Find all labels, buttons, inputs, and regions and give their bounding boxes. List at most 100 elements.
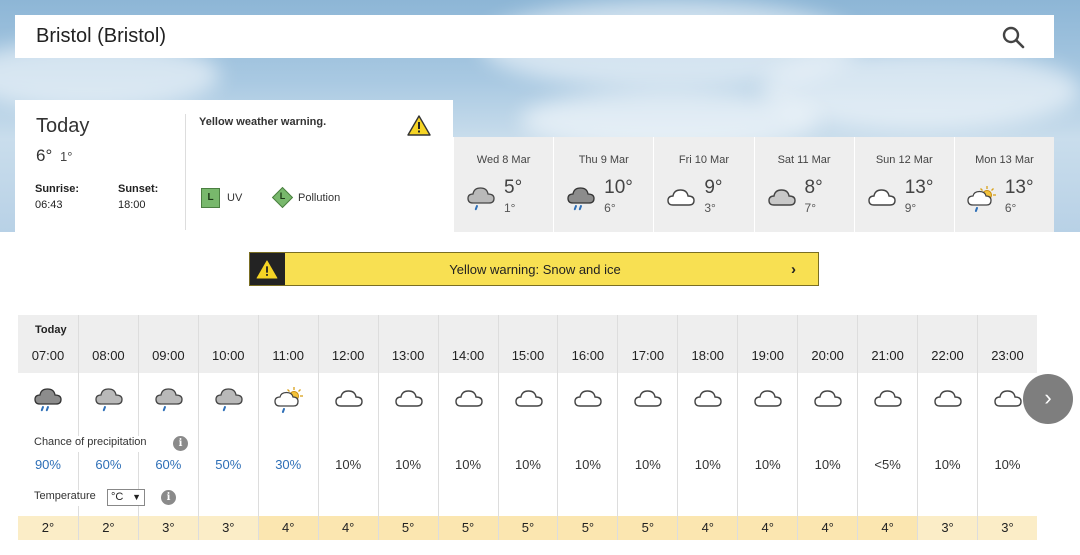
location-search-bar[interactable]: Bristol (Bristol) bbox=[15, 15, 1054, 58]
search-icon[interactable] bbox=[1000, 24, 1026, 50]
precipitation-label-text: Chance of precipitation bbox=[34, 436, 147, 448]
hour-column: 22:00 10% 3° bbox=[917, 315, 977, 540]
temperature-row-label: Temperature bbox=[30, 490, 102, 506]
day-name: Fri 10 Mar bbox=[678, 154, 729, 166]
hour-column: 11:00 30% 4° bbox=[257, 315, 318, 540]
hour-column: 16:00 10% 5° bbox=[557, 315, 618, 540]
day-low-temp: 9° bbox=[904, 201, 917, 215]
hour-precipitation: 90% bbox=[34, 457, 61, 472]
hour-precipitation: 50% bbox=[215, 457, 242, 472]
precipitation-row-label: Chance of precipitation bbox=[30, 436, 170, 452]
hour-column: 10:00 50% 3° bbox=[197, 315, 258, 540]
temperature-unit-value: °C bbox=[111, 491, 124, 503]
hourly-forecast-table: 07:00 90% 2° 08:00 60% 2° 09:00 60% 3° 10:00 50% 3°… bbox=[18, 315, 1037, 540]
hour-temperature: 4° bbox=[738, 516, 798, 540]
day-tab[interactable]: Mon 13 Mar 13° 6° bbox=[953, 137, 1055, 232]
sunrise-label: Sunrise: bbox=[35, 183, 80, 195]
day-name: Sun 12 Mar bbox=[875, 154, 933, 166]
hour-temperature: 5° bbox=[498, 516, 558, 540]
day-tab[interactable]: Fri 10 Mar 9° 3° bbox=[653, 137, 754, 232]
hour-column: 19:00 10% 4° bbox=[737, 315, 798, 540]
hour-temperature: 2° bbox=[78, 516, 138, 540]
hour-time: 22:00 bbox=[931, 348, 964, 363]
cloud-icon bbox=[813, 386, 843, 414]
hour-time: 10:00 bbox=[212, 348, 245, 363]
hour-time: 07:00 bbox=[31, 348, 65, 363]
cloud-icon bbox=[693, 386, 723, 414]
today-high-temp: 6° bbox=[36, 146, 53, 165]
next-hours-button[interactable]: › bbox=[1023, 374, 1073, 424]
temperature-unit-select[interactable]: °C ▼ bbox=[107, 489, 145, 506]
cloud-icon bbox=[514, 386, 544, 414]
hour-time: 23:00 bbox=[991, 348, 1024, 363]
hour-temperature: 5° bbox=[558, 516, 618, 540]
weather-warning-text[interactable]: Yellow weather warning. bbox=[199, 116, 326, 128]
hour-temperature: 4° bbox=[318, 516, 378, 540]
hour-time: 21:00 bbox=[871, 348, 904, 363]
hourly-columns: 07:00 90% 2° 08:00 60% 2° 09:00 60% 3° 10:00 50% 3°… bbox=[18, 315, 1037, 540]
today-summary-card[interactable]: Today 6° 1° Sunrise: 06:43 Sunset: 18:00… bbox=[15, 100, 453, 232]
day-low-temp: 6° bbox=[1004, 201, 1017, 215]
hour-precipitation: 10% bbox=[754, 457, 781, 472]
hour-temperature: 4° bbox=[258, 516, 318, 540]
hour-precipitation: 10% bbox=[634, 457, 661, 472]
hour-temperature: 4° bbox=[678, 516, 738, 540]
hour-precipitation: 10% bbox=[335, 457, 362, 472]
hour-temperature: 3° bbox=[198, 516, 258, 540]
hour-column: 09:00 60% 3° bbox=[137, 315, 198, 540]
hour-temperature: 4° bbox=[798, 516, 858, 540]
cloud-icon bbox=[933, 386, 963, 414]
hour-column: 20:00 10% 4° bbox=[797, 315, 858, 540]
sunset-time: 18:00 bbox=[118, 199, 146, 211]
day-tab[interactable]: Sun 12 Mar 13° 9° bbox=[853, 137, 954, 232]
hour-temperature: 5° bbox=[378, 516, 438, 540]
pollution-label: Pollution bbox=[298, 192, 341, 204]
sun-cloud-rain-icon bbox=[967, 185, 996, 212]
hour-precipitation: <5% bbox=[874, 457, 901, 472]
cloud-rain-icon bbox=[94, 386, 124, 414]
sunrise-time: 06:43 bbox=[35, 199, 63, 211]
daily-forecast-tabs: Wed 8 Mar 5° 1° Thu 9 Mar 10° 6° Fri 10 Mar 9° 3… bbox=[453, 137, 1055, 232]
hour-temperature: 2° bbox=[18, 516, 78, 540]
cloud-rain-icon bbox=[466, 185, 495, 211]
day-high-temp: 13° bbox=[1004, 177, 1034, 198]
temperature-label-text: Temperature bbox=[34, 490, 96, 502]
hour-precipitation: 10% bbox=[574, 457, 601, 472]
warning-triangle-icon bbox=[407, 115, 431, 136]
uv-level-badge: L bbox=[201, 188, 220, 208]
hour-column: 15:00 10% 5° bbox=[497, 315, 558, 540]
info-icon[interactable]: i bbox=[161, 490, 176, 505]
hour-precipitation: 60% bbox=[95, 457, 122, 472]
hour-column: 21:00 <5% 4° bbox=[857, 315, 918, 540]
hour-column: 14:00 10% 5° bbox=[437, 315, 498, 540]
cloud-icon bbox=[666, 185, 696, 211]
hour-time: 13:00 bbox=[391, 348, 425, 363]
hour-column: 23:00 10% 3° bbox=[977, 315, 1037, 540]
cloud-icon bbox=[573, 386, 603, 414]
day-tab[interactable]: Sat 11 Mar 8° 7° bbox=[753, 137, 854, 232]
info-icon[interactable]: i bbox=[173, 436, 188, 451]
hourly-day-label: Today bbox=[35, 324, 67, 336]
warning-banner-icon-box bbox=[250, 253, 285, 285]
location-search-value[interactable]: Bristol (Bristol) bbox=[36, 25, 166, 48]
hour-column: 12:00 10% 4° bbox=[317, 315, 378, 540]
day-name: Mon 13 Mar bbox=[975, 154, 1034, 166]
yellow-warning-banner[interactable]: Yellow warning: Snow and ice › bbox=[249, 252, 819, 286]
hour-temperature: 5° bbox=[618, 516, 678, 540]
day-high-temp: 9° bbox=[704, 177, 723, 198]
hour-precipitation: 30% bbox=[275, 457, 302, 472]
divider bbox=[185, 114, 186, 230]
cloud-icon bbox=[873, 386, 903, 414]
hour-time: 15:00 bbox=[511, 348, 545, 363]
day-low-temp: 6° bbox=[604, 201, 616, 215]
day-name: Wed 8 Mar bbox=[476, 154, 531, 166]
day-tab[interactable]: Thu 9 Mar 10° 6° bbox=[553, 137, 654, 232]
hour-precipitation: 10% bbox=[994, 457, 1021, 472]
hour-precipitation: 60% bbox=[155, 457, 182, 472]
hour-precipitation: 10% bbox=[514, 457, 541, 472]
hour-time: 09:00 bbox=[152, 348, 185, 363]
hour-temperature: 5° bbox=[438, 516, 498, 540]
sun-cloud-rain-icon bbox=[274, 386, 304, 414]
hour-temperature: 4° bbox=[858, 516, 918, 540]
day-tab[interactable]: Wed 8 Mar 5° 1° bbox=[453, 137, 554, 232]
